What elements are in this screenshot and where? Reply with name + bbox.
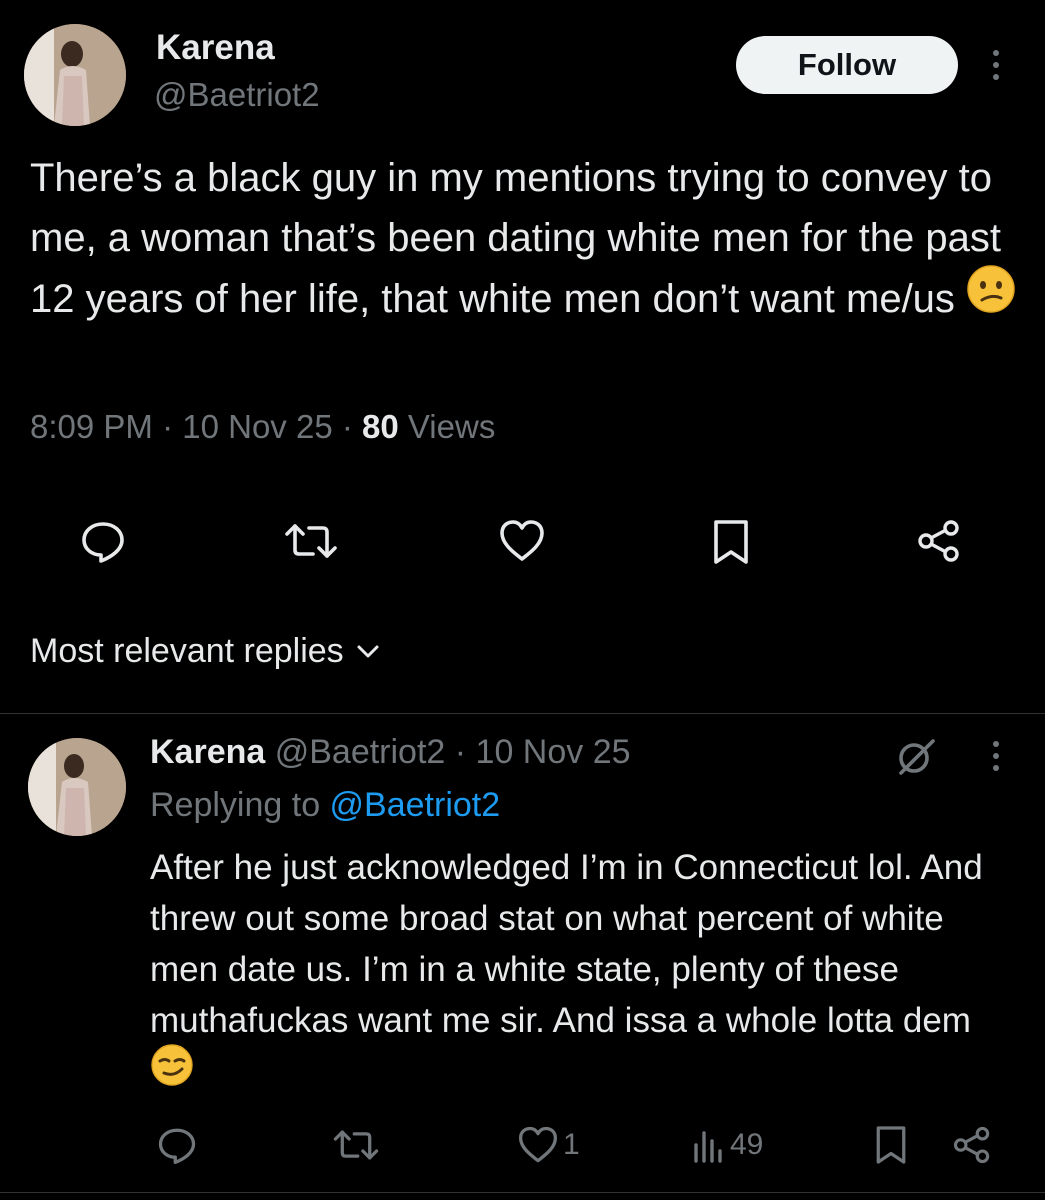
- share-button[interactable]: [916, 518, 962, 564]
- replies-sort-dropdown[interactable]: Most relevant replies: [30, 632, 380, 671]
- views-count: 80: [362, 408, 399, 445]
- avatar[interactable]: [24, 24, 126, 126]
- more-options-icon[interactable]: [986, 50, 1006, 80]
- reply-bookmark-button[interactable]: [874, 1124, 908, 1166]
- smirking-face-icon: [150, 1043, 194, 1101]
- reply-retweet-button[interactable]: [332, 1125, 380, 1165]
- views-label: Views: [398, 408, 496, 445]
- meta-separator: ·: [152, 408, 183, 445]
- replying-prefix: Replying to: [150, 786, 330, 824]
- reply-text: After he just acknowledged I’m in Connec…: [150, 842, 1020, 1104]
- retweet-icon: [285, 524, 337, 558]
- reply-display-name[interactable]: Karena: [150, 733, 265, 771]
- reply-like-button[interactable]: 1: [517, 1125, 580, 1165]
- share-icon: [918, 520, 959, 562]
- user-handle[interactable]: @Baetriot2: [154, 76, 320, 114]
- views-count: 49: [730, 1128, 764, 1161]
- bookmark-button[interactable]: [711, 518, 751, 566]
- share-icon: [953, 1126, 990, 1164]
- tweet-text: There’s a black guy in my mentions tryin…: [30, 148, 1020, 335]
- bookmark-icon: [714, 520, 748, 564]
- like-icon: [518, 1126, 558, 1163]
- confused-face-icon: [966, 264, 1016, 331]
- reply-icon: [158, 1128, 196, 1165]
- retweet-button[interactable]: [283, 518, 339, 564]
- replying-to: Replying to @Baetriot2: [150, 786, 500, 825]
- reply-avatar[interactable]: [28, 738, 126, 836]
- tweet-date[interactable]: 10 Nov 25: [182, 408, 332, 445]
- reply-views-button[interactable]: 49: [692, 1127, 763, 1163]
- like-button[interactable]: [498, 518, 546, 564]
- tweet-time[interactable]: 8:09 PM: [30, 408, 153, 445]
- tweet-meta: 8:09 PM · 10 Nov 25 · 80 Views: [30, 408, 495, 446]
- like-icon: [500, 520, 544, 561]
- reply-share-button[interactable]: [952, 1125, 992, 1165]
- display-name[interactable]: Karena: [156, 28, 275, 68]
- like-count: 1: [563, 1128, 580, 1161]
- divider: [0, 1192, 1045, 1193]
- reply-handle-date[interactable]: @Baetriot2 · 10 Nov 25: [265, 733, 631, 771]
- reply-header: Karena @Baetriot2 · 10 Nov 25: [150, 733, 631, 772]
- bookmark-icon: [876, 1126, 906, 1164]
- reply-icon: [82, 522, 124, 563]
- replying-handle-link[interactable]: @Baetriot2: [330, 786, 501, 824]
- reply-body: After he just acknowledged I’m in Connec…: [150, 848, 983, 1040]
- retweet-icon: [333, 1130, 379, 1160]
- meta-separator: ·: [332, 408, 362, 445]
- reply-reply-button[interactable]: [157, 1125, 197, 1165]
- follow-button[interactable]: Follow: [736, 36, 958, 94]
- reply-more-options-icon[interactable]: [986, 741, 1006, 771]
- grok-button[interactable]: [895, 735, 937, 777]
- analytics-icon: [694, 1131, 722, 1163]
- tweet-body: There’s a black guy in my mentions tryin…: [30, 156, 1001, 322]
- grok-icon: [899, 739, 935, 775]
- chevron-down-icon: [357, 645, 379, 657]
- replies-sort-label: Most relevant replies: [30, 632, 344, 670]
- reply-button[interactable]: [80, 518, 126, 564]
- divider: [0, 713, 1045, 714]
